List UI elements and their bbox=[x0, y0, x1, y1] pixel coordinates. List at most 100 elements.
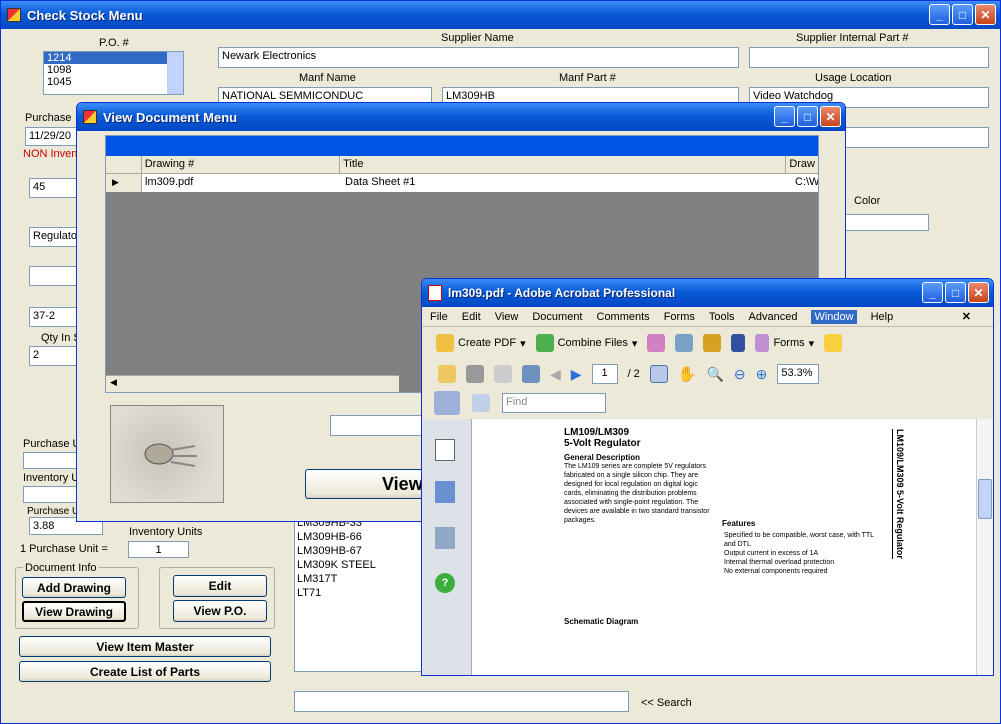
zoom-tool-icon[interactable]: 🔍 bbox=[706, 366, 723, 383]
scroll-thumb[interactable] bbox=[978, 479, 992, 519]
review-icon[interactable] bbox=[675, 334, 694, 352]
zoom-out-icon[interactable]: ⊖ bbox=[734, 366, 746, 383]
document-field[interactable] bbox=[330, 415, 430, 436]
previous-page-icon[interactable]: ◀ bbox=[550, 366, 561, 383]
po-item[interactable]: 1045 bbox=[44, 76, 183, 88]
open-icon[interactable] bbox=[438, 365, 456, 383]
manf-part-label: Manf Part # bbox=[559, 72, 616, 84]
window-title: Check Stock Menu bbox=[27, 7, 143, 23]
bookmarks-icon[interactable] bbox=[435, 481, 455, 503]
app-icon bbox=[7, 8, 21, 22]
email-icon[interactable] bbox=[522, 365, 540, 383]
col-title[interactable]: Title bbox=[340, 156, 787, 173]
col-draw[interactable]: Draw bbox=[786, 156, 818, 173]
purchase-unit-label: Purchase U bbox=[27, 506, 80, 517]
page-number-input[interactable]: 1 bbox=[591, 364, 618, 384]
hand-tool-icon[interactable]: ✋ bbox=[678, 365, 697, 383]
menu-tools[interactable]: Tools bbox=[709, 311, 735, 323]
color-field[interactable] bbox=[841, 214, 929, 231]
part-item[interactable]: LM317T bbox=[297, 573, 423, 587]
minimize-button[interactable]: _ bbox=[774, 106, 795, 127]
inventory-u-field[interactable] bbox=[23, 486, 79, 503]
view-document-titlebar: View Document Menu _ □ ✕ bbox=[77, 103, 845, 131]
view-drawing-button[interactable]: View Drawing bbox=[22, 601, 126, 622]
create-pdf-button[interactable]: Create PDF ▾ bbox=[436, 334, 526, 352]
save-icon[interactable] bbox=[494, 365, 512, 383]
view-po-button[interactable]: View P.O. bbox=[173, 600, 267, 622]
menu-view[interactable]: View bbox=[495, 311, 519, 323]
feature-item: Specified to be compatible, worst case, … bbox=[724, 532, 874, 548]
po-item[interactable]: 1098 bbox=[44, 64, 183, 76]
next-page-icon[interactable]: ▶ bbox=[571, 366, 582, 383]
zoom-in-icon[interactable]: ⊕ bbox=[756, 366, 768, 383]
minimize-button[interactable]: _ bbox=[922, 282, 943, 303]
export-icon[interactable] bbox=[647, 334, 666, 352]
po-listbox[interactable]: 1214 1098 1045 bbox=[43, 51, 184, 95]
menu-document[interactable]: Document bbox=[532, 311, 582, 323]
close-doc-icon[interactable]: ✕ bbox=[962, 310, 971, 323]
pages-icon[interactable] bbox=[435, 439, 455, 461]
menu-window[interactable]: Window bbox=[811, 309, 857, 324]
minimize-button[interactable]: _ bbox=[929, 4, 950, 25]
sign-icon[interactable] bbox=[731, 334, 746, 352]
create-pdf-icon bbox=[436, 334, 454, 352]
po-label: P.O. # bbox=[99, 37, 129, 49]
purchase-u-field[interactable] bbox=[23, 452, 79, 469]
units-field[interactable]: 1 bbox=[128, 541, 189, 558]
fit-width-icon[interactable] bbox=[434, 391, 460, 415]
vertical-scrollbar[interactable] bbox=[976, 419, 993, 675]
po-scrollbar[interactable] bbox=[167, 52, 183, 94]
zoom-level-input[interactable]: 53.3% bbox=[777, 364, 820, 384]
document-view[interactable]: LM109/LM309 5-Volt Regulator General Des… bbox=[472, 419, 977, 675]
combine-files-button[interactable]: Combine Files ▾ bbox=[535, 334, 637, 352]
close-button[interactable]: ✕ bbox=[820, 106, 841, 127]
menu-comments[interactable]: Comments bbox=[597, 311, 650, 323]
help-icon[interactable]: ? bbox=[435, 573, 455, 593]
maximize-button[interactable]: □ bbox=[797, 106, 818, 127]
horizontal-scrollbar[interactable]: ◀ bbox=[106, 375, 399, 392]
purchase-u-label: Purchase U bbox=[23, 438, 81, 450]
select-tool-icon[interactable] bbox=[649, 365, 668, 383]
maximize-button[interactable]: □ bbox=[945, 282, 966, 303]
close-button[interactable]: ✕ bbox=[968, 282, 989, 303]
close-button[interactable]: ✕ bbox=[975, 4, 996, 25]
col-drawing[interactable]: Drawing # bbox=[142, 156, 341, 173]
edit-button[interactable]: Edit bbox=[173, 575, 267, 597]
fit-page-icon[interactable] bbox=[472, 394, 490, 412]
view-item-master-button[interactable]: View Item Master bbox=[19, 636, 271, 657]
po-item[interactable]: 1214 bbox=[44, 52, 183, 64]
menu-help[interactable]: Help bbox=[871, 311, 894, 323]
view-button[interactable]: View bbox=[305, 469, 425, 499]
feature-item: No external components required bbox=[724, 568, 828, 575]
field-37[interactable]: 37-2 bbox=[29, 307, 79, 327]
field-45[interactable]: 45 bbox=[29, 178, 79, 198]
parts-listbox[interactable]: LM309HB-33 LM309HB-66 LM309HB-67 LM309K … bbox=[294, 514, 426, 672]
lock-icon[interactable] bbox=[703, 334, 722, 352]
table-row[interactable]: ▶ lm309.pdf Data Sheet #1 C:\W bbox=[106, 174, 818, 192]
forms-button[interactable]: Forms ▾ bbox=[755, 334, 814, 352]
search-input[interactable] bbox=[294, 691, 629, 712]
qty-field[interactable]: 2 bbox=[29, 346, 79, 366]
purchase-date-field[interactable]: 11/29/20 bbox=[25, 127, 81, 146]
menu-file[interactable]: File bbox=[430, 311, 448, 323]
find-input[interactable]: Find bbox=[502, 393, 606, 413]
inventory-units-label: Inventory Units bbox=[129, 526, 203, 538]
part-item[interactable]: LM309HB-67 bbox=[297, 545, 423, 559]
signatures-icon[interactable] bbox=[435, 527, 455, 549]
part-item[interactable]: LT71 bbox=[297, 587, 423, 601]
type-field[interactable]: Regulator bbox=[29, 227, 79, 247]
print-icon[interactable] bbox=[466, 365, 484, 383]
manf-name-label: Manf Name bbox=[299, 72, 356, 84]
part-item[interactable]: LM309K STEEL bbox=[297, 559, 423, 573]
supplier-name-field[interactable]: Newark Electronics bbox=[218, 47, 739, 68]
create-list-button[interactable]: Create List of Parts bbox=[19, 661, 271, 682]
comment-icon[interactable] bbox=[824, 334, 843, 352]
menu-edit[interactable]: Edit bbox=[462, 311, 481, 323]
menu-forms[interactable]: Forms bbox=[664, 311, 695, 323]
supplier-internal-field[interactable] bbox=[749, 47, 989, 68]
blank-field[interactable] bbox=[29, 266, 79, 286]
maximize-button[interactable]: □ bbox=[952, 4, 973, 25]
menu-advanced[interactable]: Advanced bbox=[749, 311, 798, 323]
add-drawing-button[interactable]: Add Drawing bbox=[22, 577, 126, 598]
part-item[interactable]: LM309HB-66 bbox=[297, 531, 423, 545]
